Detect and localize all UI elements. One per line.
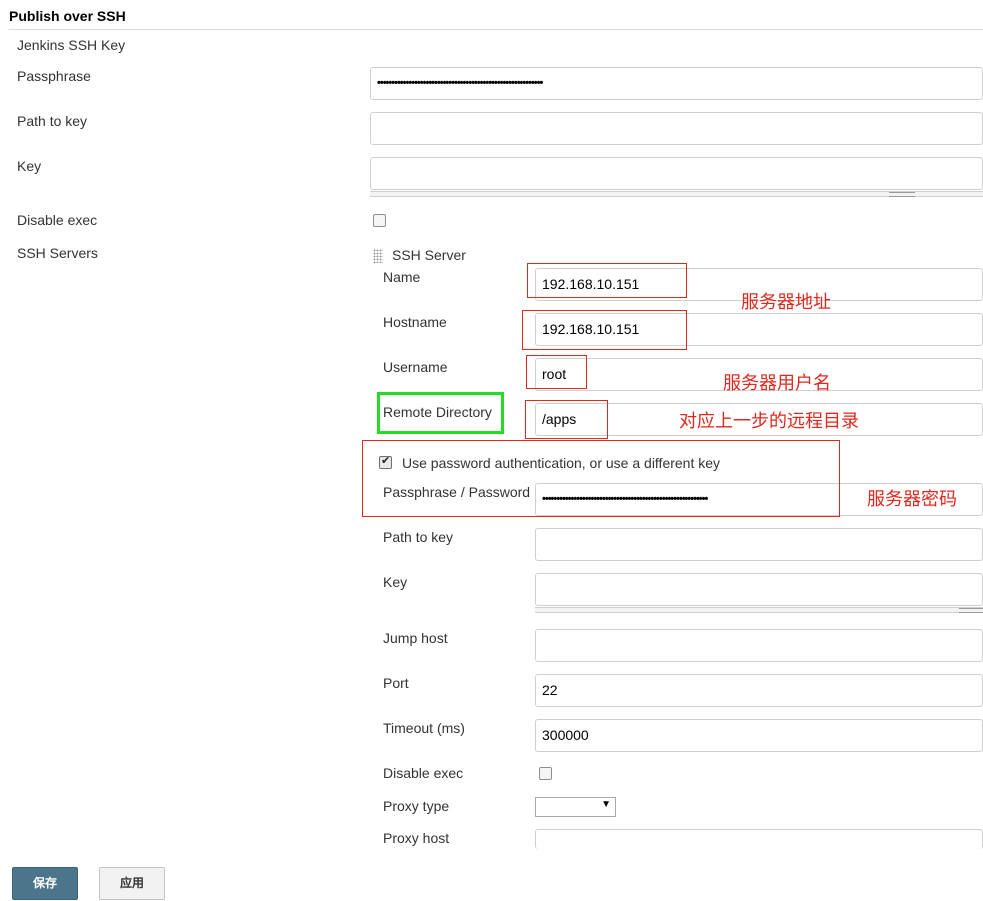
annotation-box-remote-dir	[525, 400, 608, 439]
jump-host-label: Jump host	[383, 630, 448, 646]
drag-handle-icon[interactable]	[373, 249, 383, 263]
dropdown-arrow-icon: ▼	[601, 799, 611, 810]
annotation-server-username: 服务器用户名	[723, 373, 831, 394]
proxy-type-label: Proxy type	[383, 798, 450, 814]
disable-exec-label: Disable exec	[17, 212, 98, 228]
proxy-type-select[interactable]: ▼	[535, 797, 616, 817]
server-key-resize-bar[interactable]	[535, 607, 983, 613]
server-disable-exec-label: Disable exec	[383, 765, 464, 781]
proxy-host-label: Proxy host	[383, 830, 450, 846]
server-key-textarea[interactable]	[535, 573, 983, 606]
section-title: Publish over SSH	[9, 8, 126, 24]
highlight-box-remote-directory	[377, 392, 504, 434]
passphrase-label: Passphrase	[17, 68, 91, 84]
resize-grip-icon	[889, 192, 915, 197]
annotation-box-username	[526, 355, 587, 389]
server-path-to-key-label: Path to key	[383, 529, 454, 545]
apply-button[interactable]: 应用	[99, 867, 165, 900]
path-to-key-label: Path to key	[17, 113, 88, 129]
server-path-to-key-input[interactable]	[535, 528, 983, 561]
section-divider	[9, 29, 983, 30]
ssh-server-header: SSH Server	[392, 247, 466, 263]
annotation-box-name	[527, 263, 687, 298]
annotation-server-password: 服务器密码	[867, 489, 957, 510]
key-textarea-resize-bar[interactable]	[370, 191, 983, 197]
ssh-servers-label: SSH Servers	[17, 245, 98, 261]
server-key-label: Key	[383, 574, 408, 590]
jenkins-ssh-key-label: Jenkins SSH Key	[17, 37, 126, 53]
annotation-box-password	[362, 440, 840, 517]
username-label: Username	[383, 359, 448, 375]
annotation-remote-dir: 对应上一步的远程目录	[679, 411, 859, 432]
save-button[interactable]: 保存	[12, 867, 78, 900]
passphrase-input[interactable]: ••••••••••••••••••••••••••••••••••••••••…	[370, 67, 983, 100]
timeout-input[interactable]: 300000	[535, 719, 983, 752]
server-disable-exec-checkbox[interactable]	[539, 767, 552, 780]
key-textarea[interactable]	[370, 157, 983, 190]
path-to-key-input[interactable]	[370, 112, 983, 145]
disable-exec-checkbox[interactable]	[373, 214, 386, 227]
jump-host-input[interactable]	[535, 629, 983, 662]
server-name-label: Name	[383, 269, 421, 285]
annotation-box-hostname	[522, 310, 687, 350]
key-label: Key	[17, 158, 42, 174]
annotation-server-address: 服务器地址	[741, 292, 831, 313]
port-label: Port	[383, 675, 409, 691]
resize-grip-icon	[959, 608, 983, 613]
timeout-label: Timeout (ms)	[383, 720, 465, 736]
proxy-host-input[interactable]	[535, 829, 983, 849]
hostname-label: Hostname	[383, 314, 447, 330]
port-input[interactable]: 22	[535, 674, 983, 707]
